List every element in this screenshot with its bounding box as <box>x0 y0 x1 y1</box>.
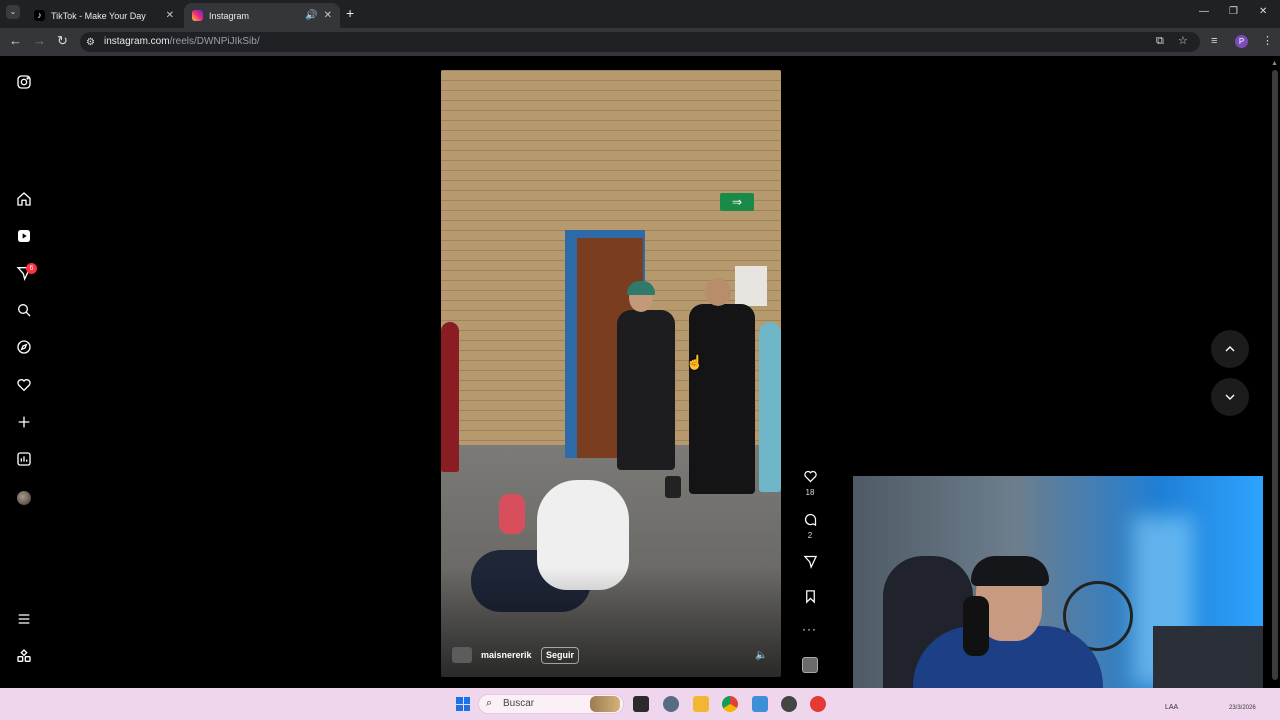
microphone <box>963 596 989 656</box>
reel-video[interactable]: ⇒ ☝ <box>441 70 781 677</box>
media-control-icon[interactable]: ≡ <box>1211 33 1217 49</box>
reel-author-username[interactable]: maisnererik <box>481 650 532 660</box>
new-tab-button[interactable]: + <box>346 5 354 21</box>
also-from-meta-icon[interactable] <box>14 646 34 666</box>
dashboard-icon[interactable] <box>14 449 34 469</box>
comment-icon[interactable] <box>801 510 819 528</box>
instagram-icon <box>192 10 203 21</box>
file-explorer-icon[interactable] <box>693 696 709 712</box>
share-icon[interactable] <box>801 552 819 570</box>
webcam-overlay <box>853 476 1263 706</box>
install-app-icon[interactable]: ⧉ <box>1156 33 1164 49</box>
next-reel-button[interactable] <box>1211 378 1249 416</box>
volume-icon[interactable]: 🔈 <box>755 650 767 661</box>
tray-language[interactable]: LAA <box>1165 704 1178 711</box>
more-options-icon[interactable]: ··· <box>802 622 817 636</box>
tab-search-button[interactable]: ⌄ <box>6 5 20 19</box>
instagram-sidebar <box>0 56 48 688</box>
profile-avatar[interactable] <box>17 491 31 505</box>
chrome-icon[interactable] <box>722 696 738 712</box>
like-icon[interactable] <box>801 467 819 485</box>
close-tab-icon[interactable]: ✕ <box>324 10 332 21</box>
url-path: /reels/DWNPiJIkSib/ <box>169 36 260 47</box>
search-icon: ⌕ <box>486 697 493 709</box>
reel-author-avatar[interactable] <box>452 647 472 663</box>
media-player-icon[interactable] <box>810 696 826 712</box>
steam-icon[interactable] <box>781 696 797 712</box>
close-window-icon[interactable]: ✕ <box>1259 6 1267 17</box>
url-text[interactable]: instagram.com/reels/DWNPiJIkSib/ <box>104 36 260 47</box>
video-gradient <box>441 70 781 677</box>
like-count: 18 <box>805 488 815 497</box>
minimize-icon[interactable]: — <box>1199 6 1209 17</box>
audio-thumbnail[interactable] <box>802 657 818 673</box>
task-view-icon[interactable] <box>633 696 649 712</box>
forward-icon[interactable]: → <box>33 33 46 49</box>
search-highlight-image <box>590 696 620 712</box>
tab-instagram[interactable]: Instagram 🔊 ✕ <box>184 3 340 28</box>
previous-reel-button[interactable] <box>1211 330 1249 368</box>
chevron-up-icon <box>1225 346 1235 352</box>
follow-button[interactable]: Seguir <box>541 647 580 664</box>
site-info-icon[interactable]: ⚙ <box>86 35 95 51</box>
close-tab-icon[interactable]: ✕ <box>166 10 174 21</box>
taskbar-search-label: Buscar <box>503 698 535 709</box>
notifications-icon[interactable] <box>14 375 34 395</box>
messages-badge: 6 <box>26 263 37 274</box>
search-icon[interactable] <box>14 300 34 320</box>
back-icon[interactable]: ← <box>9 33 22 49</box>
hand-cursor-icon: ☝ <box>686 354 704 370</box>
more-menu-icon[interactable] <box>14 609 34 629</box>
tab-title: TikTok - Make Your Day <box>51 10 146 21</box>
restore-icon[interactable]: ❐ <box>1229 6 1238 17</box>
profile-avatar-button[interactable]: P <box>1235 35 1248 48</box>
url-host: instagram.com <box>104 36 170 47</box>
create-icon[interactable] <box>14 412 34 432</box>
audio-playing-icon[interactable]: 🔊 <box>305 10 317 21</box>
browser-menu-icon[interactable]: ⋮ <box>1262 33 1273 49</box>
scrollbar-thumb[interactable] <box>1272 70 1278 680</box>
bookmark-star-icon[interactable]: ☆ <box>1178 33 1188 49</box>
settings-icon[interactable] <box>663 696 679 712</box>
tiktok-icon: ♪ <box>34 10 45 21</box>
reels-icon[interactable] <box>14 226 34 246</box>
comment-count: 2 <box>807 531 813 540</box>
windows-start-icon[interactable] <box>456 697 470 711</box>
explore-icon[interactable] <box>14 337 34 357</box>
scroll-up-arrow-icon[interactable]: ▲ <box>1271 60 1278 67</box>
photos-icon[interactable] <box>752 696 768 712</box>
home-icon[interactable] <box>14 189 34 209</box>
streamer-hair <box>971 556 1049 586</box>
tab-title: Instagram <box>209 10 250 21</box>
tray-date[interactable]: 23/3/2026 <box>1229 705 1256 711</box>
save-icon[interactable] <box>801 587 819 605</box>
chevron-down-icon <box>1225 394 1235 400</box>
instagram-logo-icon[interactable] <box>14 72 34 92</box>
tab-tiktok[interactable]: ♪ TikTok - Make Your Day ✕ <box>26 3 182 28</box>
reload-icon[interactable]: ↻ <box>57 33 68 49</box>
